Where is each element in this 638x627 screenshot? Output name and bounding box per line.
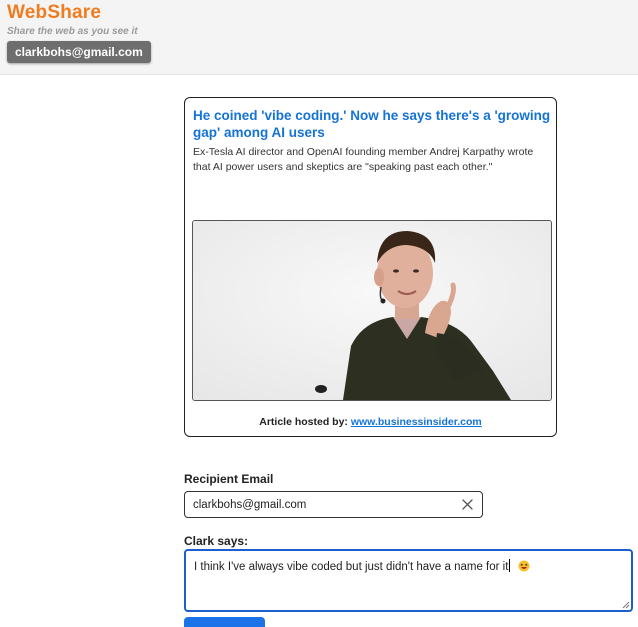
article-title[interactable]: He coined 'vibe coding.' Now he says the… [193, 107, 553, 141]
article-description: Ex-Tesla AI director and OpenAI founding… [193, 146, 534, 173]
resize-grip-icon[interactable] [622, 601, 630, 609]
hosted-by-label: Article hosted by: [259, 416, 348, 428]
comment-textarea[interactable]: I think I've always vibe coded but just … [184, 549, 633, 612]
article-image[interactable] [192, 220, 552, 401]
recipient-email-field[interactable] [184, 491, 483, 518]
article-host-line: Article hosted by: www.businessinsider.c… [185, 416, 556, 428]
recipient-email-input[interactable] [193, 496, 453, 514]
user-email-badge[interactable]: clarkbohs@gmail.com [7, 41, 151, 63]
article-preview-card: He coined 'vibe coding.' Now he says the… [184, 97, 557, 437]
speaker-photo [193, 221, 551, 400]
app-header: WebShare Share the web as you see it cla… [0, 0, 638, 75]
text-caret [509, 559, 511, 572]
grinning-squinting-face-icon [518, 560, 530, 572]
comment-text-line: I think I've always vibe coded but just … [194, 559, 530, 573]
close-icon[interactable] [461, 498, 474, 511]
share-button[interactable] [184, 617, 265, 627]
article-host-link[interactable]: www.businessinsider.com [351, 416, 482, 428]
comment-label: Clark says: [184, 534, 249, 548]
comment-text: I think I've always vibe coded but just … [194, 561, 509, 573]
app-title: WebShare [7, 2, 102, 23]
app-tagline: Share the web as you see it [7, 26, 138, 37]
recipient-email-label: Recipient Email [184, 472, 274, 486]
